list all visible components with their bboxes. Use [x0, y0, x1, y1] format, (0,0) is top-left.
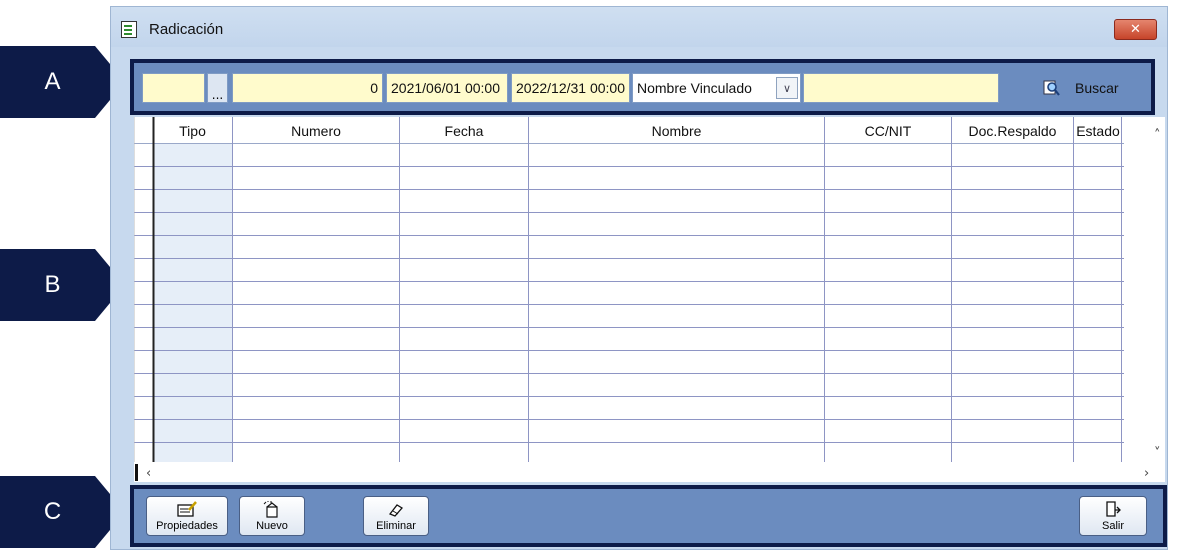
search-input[interactable]: [803, 73, 999, 103]
column-header-doc-respaldo[interactable]: Doc.Respaldo: [952, 120, 1073, 142]
filter-dropdown[interactable]: Nombre Vinculado ∨: [632, 73, 801, 103]
records-grid[interactable]: ˄ ˅ Tipo Numero Fecha Nombre CC/NIT Doc.…: [134, 117, 1165, 482]
column-header-tipo[interactable]: Tipo: [153, 120, 232, 142]
properties-icon: [177, 501, 197, 517]
column-header-estado[interactable]: Estado: [1074, 120, 1122, 142]
title-bar[interactable]: Radicación ✕: [111, 7, 1167, 47]
new-label: Nuevo: [256, 520, 288, 532]
exit-icon: [1106, 501, 1121, 517]
callout-c-label: C: [43, 498, 62, 525]
close-button[interactable]: ✕: [1114, 19, 1157, 40]
action-bar: Propiedades Nuevo Eliminar Salir: [130, 485, 1167, 547]
exit-button[interactable]: Salir: [1079, 496, 1147, 536]
callout-b: B: [0, 249, 125, 321]
svg-text:‹: ‹: [146, 466, 151, 481]
chevron-down-icon[interactable]: ∨: [776, 77, 798, 99]
new-button[interactable]: Nuevo: [239, 496, 305, 536]
properties-label: Propiedades: [156, 520, 218, 532]
delete-label: Eliminar: [376, 520, 416, 532]
window-title: Radicación: [149, 21, 224, 38]
grid-lines: ˄ ˅: [134, 117, 1161, 462]
callout-a: A: [0, 46, 125, 118]
horizontal-scrollbar[interactable]: ‹ ›: [134, 462, 1165, 482]
magnifier-icon: [1043, 80, 1060, 96]
properties-button[interactable]: Propiedades: [146, 496, 228, 536]
search-button-label: Buscar: [1075, 80, 1119, 96]
column-header-cc-nit[interactable]: CC/NIT: [825, 120, 951, 142]
callout-c: C: [0, 476, 125, 548]
callout-b-label: B: [44, 271, 61, 298]
radicacion-window: Radicación ✕ ... 0 2021/06/01 00:00 2022…: [110, 6, 1168, 550]
svg-text:˄: ˄: [1154, 128, 1161, 143]
date-from-field[interactable]: 2021/06/01 00:00: [386, 73, 508, 103]
type-code-field[interactable]: [142, 73, 205, 103]
new-icon: [263, 501, 278, 518]
column-header-fecha[interactable]: Fecha: [400, 120, 528, 142]
date-to-field[interactable]: 2022/12/31 00:00: [511, 73, 630, 103]
lookup-button[interactable]: ...: [207, 73, 228, 103]
svg-text:˅: ˅: [1154, 446, 1161, 461]
exit-label: Salir: [1101, 520, 1124, 532]
callout-a-label: A: [44, 68, 61, 95]
column-header-numero[interactable]: Numero: [233, 120, 399, 142]
svg-text:›: ›: [1144, 466, 1149, 481]
column-header-nombre[interactable]: Nombre: [529, 120, 824, 142]
eraser-icon: [388, 504, 404, 517]
number-field[interactable]: 0: [232, 73, 383, 103]
filter-toolbar: ... 0 2021/06/01 00:00 2022/12/31 00:00 …: [130, 59, 1155, 115]
form-icon: [121, 21, 137, 38]
filter-dropdown-value: Nombre Vinculado: [637, 80, 752, 96]
delete-button[interactable]: Eliminar: [363, 496, 429, 536]
search-button[interactable]: Buscar: [1043, 73, 1143, 103]
